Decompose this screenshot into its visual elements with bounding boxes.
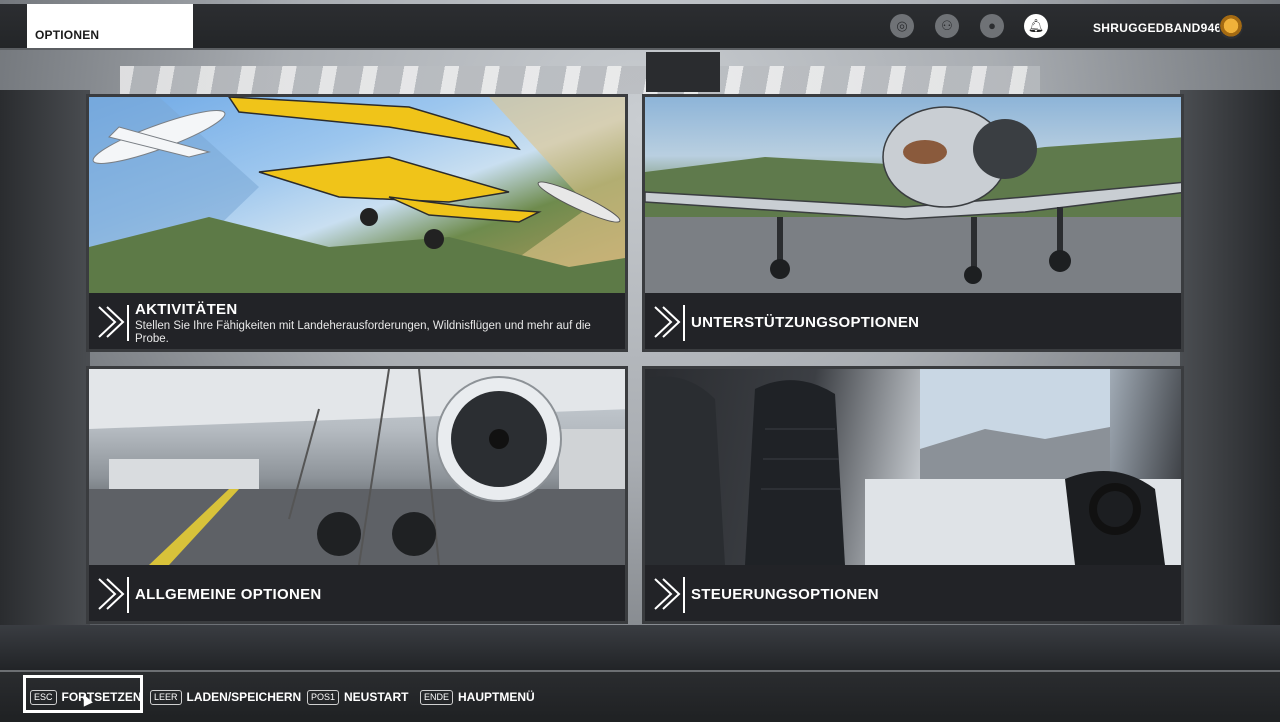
tile-title: AKTIVITÄTEN (135, 301, 238, 318)
chevron-right-icon (654, 306, 681, 338)
general-bar: ALLGEMEINE OPTIONEN (89, 565, 625, 621)
load-save-button[interactable]: LEER LADEN/SPEICHERN (150, 687, 301, 707)
tile-activities[interactable]: AKTIVITÄTEN Stellen Sie Ihre Fähigkeiten… (86, 94, 628, 352)
chevron-right-icon (98, 578, 125, 610)
general-image (89, 369, 625, 565)
key-badge: ESC (30, 689, 57, 705)
tile-divider (127, 305, 129, 341)
cockpit-left-panel (0, 90, 90, 670)
tile-assistance-options[interactable]: UNTERSTÜTZUNGSOPTIONEN (642, 94, 1184, 352)
assistance-bar: UNTERSTÜTZUNGSOPTIONEN (645, 293, 1181, 349)
tile-divider (683, 305, 685, 341)
tile-title: STEUERUNGSOPTIONEN (691, 586, 879, 603)
key-badge: ENDE (420, 689, 454, 705)
tile-title: UNTERSTÜTZUNGSOPTIONEN (691, 314, 920, 331)
chevron-right-icon (98, 306, 125, 338)
assistance-image (645, 97, 1181, 293)
jet-engine-illustration (89, 369, 625, 565)
username[interactable]: SHRUGGEDBAND946 (1093, 21, 1222, 35)
tab-options[interactable]: OPTIONEN (27, 4, 193, 48)
restart-button[interactable]: POS1 NEUSTART (307, 687, 408, 707)
airplanes-illustration (89, 97, 625, 293)
tile-divider (683, 577, 685, 613)
key-badge: LEER (150, 689, 182, 705)
cockpit-right-panel (1180, 90, 1280, 670)
button-label: FORTSETZEN (61, 690, 142, 704)
button-label: HAUPTMENÜ (458, 690, 535, 704)
cockpit-pillar (646, 52, 720, 92)
cockpit-seats-illustration (645, 369, 1181, 565)
aircraft-front-illustration (645, 106, 1181, 293)
profile-icon[interactable]: ● (980, 14, 1004, 38)
tile-title: ALLGEMEINE OPTIONEN (135, 586, 322, 603)
notifications-icon[interactable]: 🔔︎ (1024, 14, 1048, 38)
avatar[interactable] (1219, 15, 1243, 39)
key-badge: POS1 (307, 689, 340, 705)
chevron-right-icon (654, 578, 681, 610)
achievements-icon[interactable]: ◎ (890, 14, 914, 38)
tile-control-options[interactable]: STEUERUNGSOPTIONEN (642, 366, 1184, 624)
bottom-bar: ESC FORTSETZEN LEER LADEN/SPEICHERN POS1… (0, 670, 1280, 722)
cockpit-dashboard (0, 625, 1280, 675)
button-label: NEUSTART (344, 690, 409, 704)
runway-markings (120, 66, 1040, 94)
button-label: LADEN/SPEICHERN (186, 690, 302, 704)
control-bar: STEUERUNGSOPTIONEN (645, 565, 1181, 621)
top-bar: OPTIONEN ◎ ⚇ ● 🔔︎ SHRUGGEDBAND946 (0, 4, 1280, 48)
tile-description: Stellen Sie Ihre Fähigkeiten mit Landehe… (135, 320, 591, 345)
control-image (645, 369, 1181, 565)
activities-image (89, 97, 625, 293)
friends-icon[interactable]: ⚇ (935, 14, 959, 38)
tile-divider (127, 577, 129, 613)
tile-general-options[interactable]: ALLGEMEINE OPTIONEN (86, 366, 628, 624)
tab-options-label: OPTIONEN (35, 28, 100, 42)
activities-bar: AKTIVITÄTEN Stellen Sie Ihre Fähigkeiten… (89, 293, 625, 349)
main-menu-button[interactable]: ENDE HAUPTMENÜ (420, 687, 535, 707)
